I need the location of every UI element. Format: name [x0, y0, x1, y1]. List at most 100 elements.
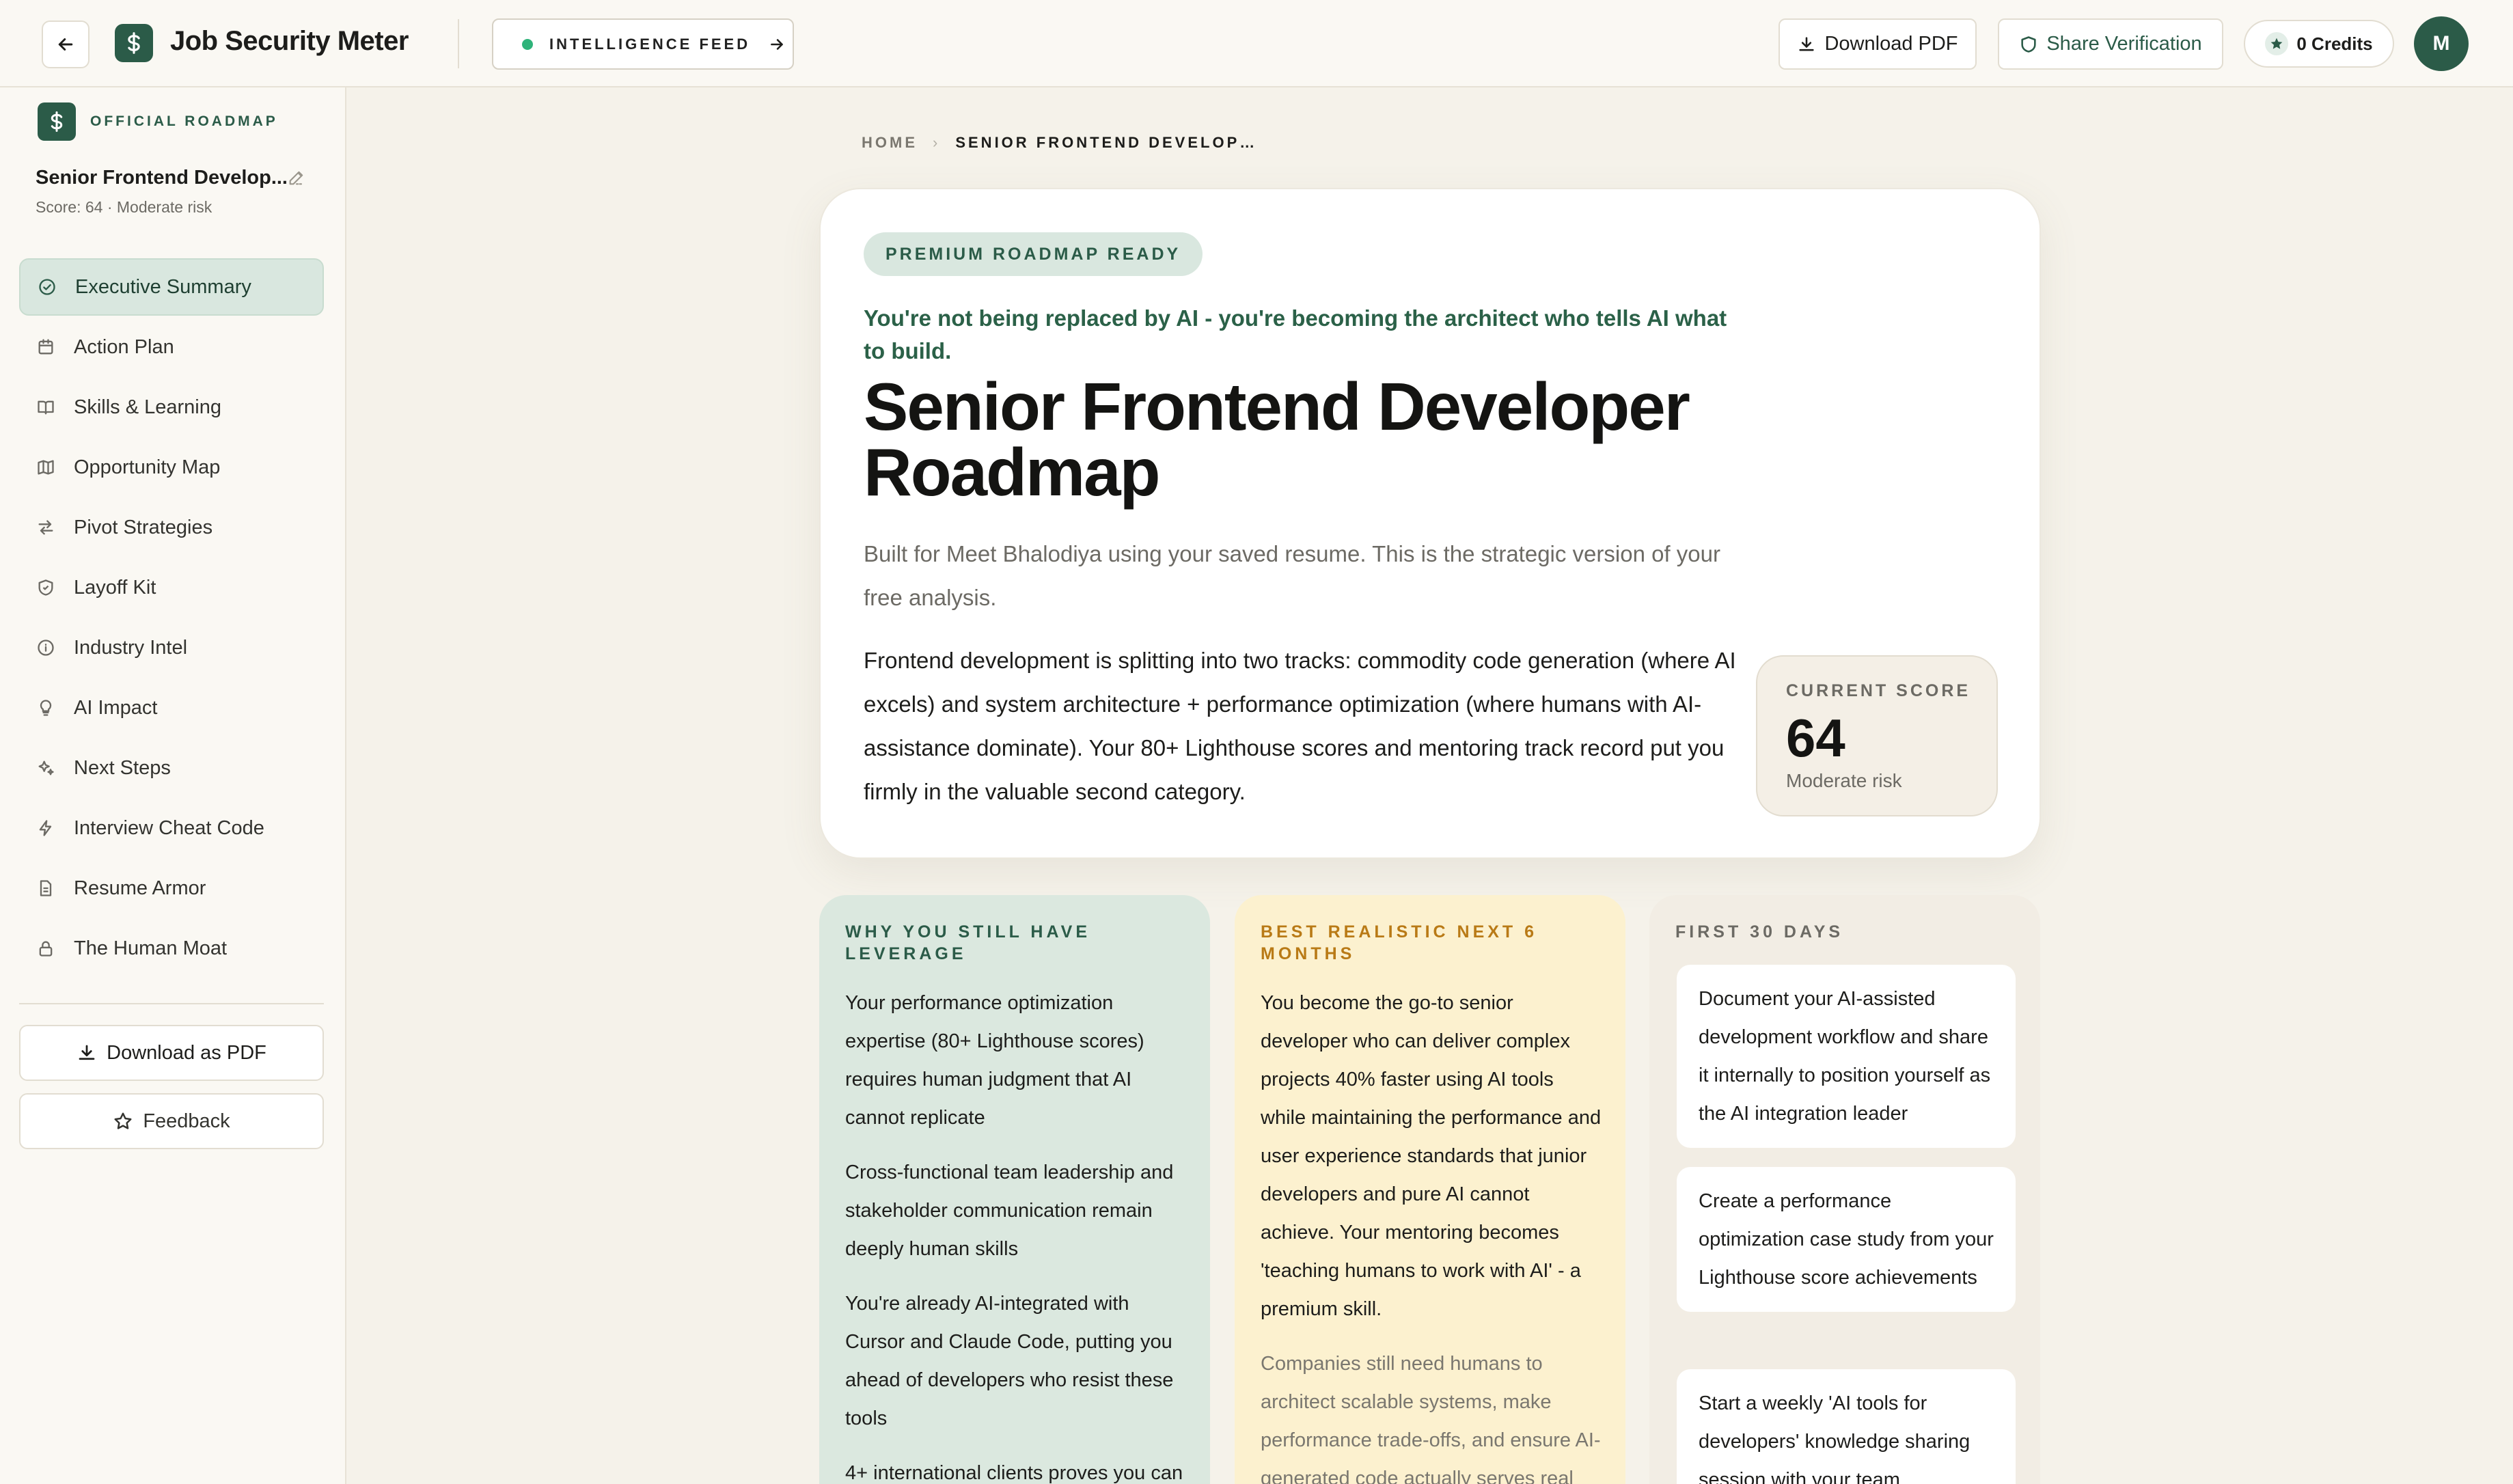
task-card: Document your AI-assisted development wo…: [1677, 965, 2016, 1148]
check-circle-icon: [37, 277, 57, 297]
credits-badge[interactable]: 0 Credits: [2244, 20, 2394, 68]
sidebar-item-label: AI Impact: [74, 696, 158, 719]
first-30-days-card: FIRST 30 DAYS Document your AI-assisted …: [1649, 895, 2040, 1484]
breadcrumb-separator: ›: [933, 134, 941, 151]
sidebar-item-opportunity-map[interactable]: Opportunity Map: [19, 439, 324, 496]
user-avatar[interactable]: M: [2414, 16, 2469, 71]
task-card: Create a performance optimization case s…: [1677, 1167, 2016, 1312]
dollar-icon: [51, 111, 63, 132]
first-30-days-heading: FIRST 30 DAYS: [1675, 922, 1844, 942]
breadcrumb: HOME › SENIOR FRONTEND DEVELOP…: [862, 134, 1257, 152]
sidebar-item-resume-armor[interactable]: Resume Armor: [19, 860, 324, 917]
download-icon: [79, 1045, 95, 1060]
intelligence-feed-label: INTELLIGENCE FEED: [549, 35, 751, 53]
sidebar-item-ai-impact[interactable]: AI Impact: [19, 679, 324, 737]
breadcrumb-current: SENIOR FRONTEND DEVELOP…: [955, 134, 1258, 151]
credits-label: 0 Credits: [2296, 33, 2373, 54]
hero-card: PREMIUM ROADMAP READY You're not being r…: [819, 188, 2041, 859]
next-six-months-heading: BEST REALISTIC NEXT 6 MONTHS: [1261, 922, 1538, 963]
arrow-right-icon: [771, 38, 784, 50]
status-badge: PREMIUM ROADMAP READY: [864, 232, 1203, 276]
sidebar-item-interview-cheat-code[interactable]: Interview Cheat Code: [19, 799, 324, 857]
download-as-pdf-label: Download as PDF: [107, 1041, 266, 1064]
sidebar-item-executive-summary[interactable]: Executive Summary: [19, 258, 324, 316]
leverage-list: Your performance optimization expertise …: [845, 984, 1187, 1484]
sidebar-item-action-plan[interactable]: Action Plan: [19, 318, 324, 376]
intelligence-feed-button[interactable]: INTELLIGENCE FEED: [492, 18, 794, 70]
score-value: 64: [1786, 708, 1845, 768]
map-icon: [36, 457, 56, 478]
sidebar-item-label: Executive Summary: [75, 275, 251, 298]
sidebar-item-label: Industry Intel: [74, 636, 188, 659]
sidebar-item-label: The Human Moat: [74, 937, 228, 959]
score-risk: Moderate risk: [1786, 770, 1902, 791]
share-verification-label: Share Verification: [2046, 33, 2202, 55]
sidebar-divider: [19, 1003, 324, 1004]
sidebar-item-label: Interview Cheat Code: [74, 816, 264, 839]
breadcrumb-home[interactable]: HOME: [862, 134, 918, 152]
sidebar-item-industry-intel[interactable]: Industry Intel: [19, 619, 324, 676]
dollar-icon: [128, 32, 140, 54]
arrow-left-icon: [58, 38, 73, 51]
header-divider: [458, 19, 459, 68]
download-pdf-label: Download PDF: [1824, 33, 1958, 55]
sidebar-item-label: Resume Armor: [74, 877, 206, 899]
shield-icon: [2021, 36, 2036, 53]
leverage-card: WHY YOU STILL HAVE LEVERAGE Your perform…: [819, 895, 1210, 1484]
sidebar-item-label: Pivot Strategies: [74, 516, 213, 538]
next-six-months-body: You become the go-to senior developer wh…: [1261, 992, 1602, 1320]
document-icon: [36, 878, 56, 898]
lightbulb-icon: [36, 698, 56, 718]
edit-icon[interactable]: [287, 168, 306, 191]
sidebar-item-next-steps[interactable]: Next Steps: [19, 739, 324, 797]
live-dot-icon: [522, 38, 533, 50]
current-score-card: CURRENT SCORE 64 Moderate risk: [1756, 655, 1998, 816]
top-bar: Job Security Meter INTELLIGENCE FEED Dow…: [0, 0, 2513, 87]
roadmap-title: Senior Frontend Develop...: [36, 167, 288, 189]
sidebar-item-layoff-kit[interactable]: Layoff Kit: [19, 559, 324, 616]
sidebar-item-pivot-strategies[interactable]: Pivot Strategies: [19, 499, 324, 556]
star-icon: [114, 1112, 132, 1129]
calendar-icon: [36, 337, 56, 357]
star-icon: [2265, 32, 2289, 55]
app-title: Job Security Meter: [170, 26, 409, 56]
feedback-button[interactable]: Feedback: [19, 1093, 324, 1149]
sidebar-item-label: Action Plan: [74, 335, 174, 358]
task-card: Start a weekly 'AI tools for developers'…: [1677, 1369, 2016, 1484]
next-six-months-content: You become the go-to senior developer wh…: [1261, 984, 1602, 1484]
arrows-icon: [36, 517, 56, 538]
hero-subtitle: Built for Meet Bhalodiya using your save…: [864, 541, 1720, 610]
page-title: Senior Frontend Developer Roadmap: [864, 369, 1690, 510]
leverage-point: 4+ international clients proves you can: [845, 1462, 1183, 1484]
official-roadmap-label: OFFICIAL ROADMAP: [90, 113, 278, 129]
hero-summary: Frontend development is splitting into t…: [864, 648, 1736, 804]
bolt-icon: [36, 818, 56, 838]
sidebar-item-label: Layoff Kit: [74, 576, 156, 599]
sidebar-item-label: Skills & Learning: [74, 396, 221, 418]
sidebar-item-the-human-moat[interactable]: The Human Moat: [19, 920, 324, 977]
score-label: CURRENT SCORE: [1786, 681, 1971, 700]
hero-tagline: You're not being replaced by AI - you're…: [864, 305, 1727, 363]
leverage-point: Your performance optimization expertise …: [845, 992, 1144, 1129]
download-as-pdf-button[interactable]: Download as PDF: [19, 1025, 324, 1081]
leverage-point: You're already AI-integrated with Cursor…: [845, 1293, 1174, 1429]
leverage-heading: WHY YOU STILL HAVE LEVERAGE: [845, 922, 1091, 963]
share-verification-button[interactable]: Share Verification: [1998, 18, 2223, 70]
shield-icon: [36, 577, 56, 598]
book-icon: [36, 397, 56, 417]
leverage-point: Cross-functional team leadership and sta…: [845, 1162, 1174, 1260]
sidebar: OFFICIAL ROADMAP Senior Frontend Develop…: [0, 87, 346, 1484]
sidebar-item-label: Opportunity Map: [74, 456, 221, 478]
next-six-months-card: BEST REALISTIC NEXT 6 MONTHS You become …: [1235, 895, 1625, 1484]
lock-icon: [36, 938, 56, 959]
app-logo: [115, 24, 153, 62]
sparkles-icon: [36, 758, 56, 778]
sidebar-item-label: Next Steps: [74, 756, 171, 779]
back-button[interactable]: [42, 20, 90, 68]
download-pdf-button[interactable]: Download PDF: [1779, 18, 1977, 70]
download-icon: [1799, 36, 1815, 51]
sidebar-item-skills-learning[interactable]: Skills & Learning: [19, 379, 324, 436]
sidebar-logo: [38, 102, 76, 141]
roadmap-score-line: Score: 64 · Moderate risk: [36, 198, 212, 216]
feedback-label: Feedback: [143, 1110, 230, 1132]
